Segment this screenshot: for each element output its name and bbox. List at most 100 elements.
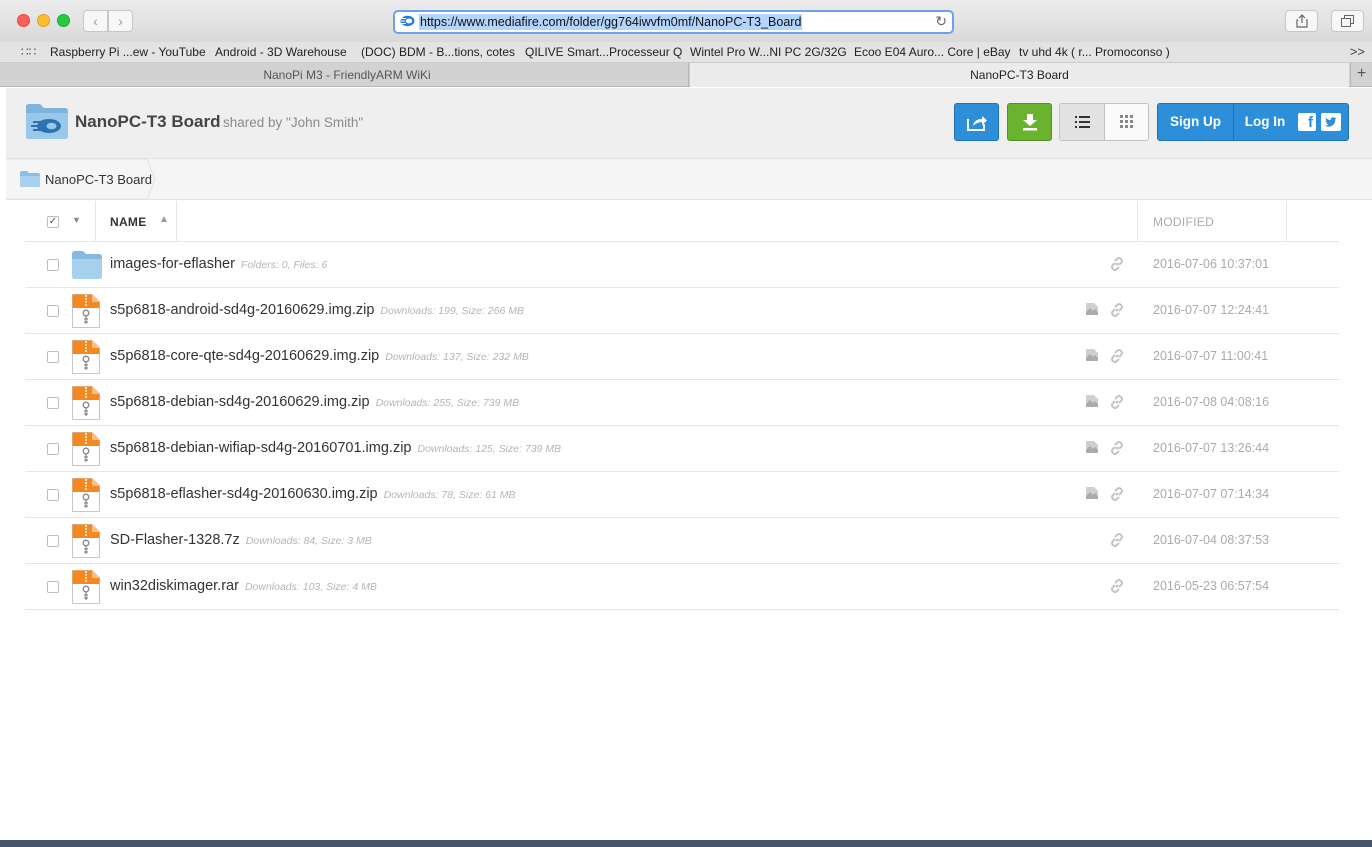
new-tab-button[interactable]: + [1350,63,1372,87]
modified-date: 2016-07-08 04:08:16 [1153,395,1270,409]
chevron-left-icon: ‹ [93,13,98,29]
preview-icon[interactable] [1085,486,1099,500]
bookmark-item[interactable]: Wintel Pro W...NI PC 2G/32G [690,45,847,59]
modified-date: 2016-07-07 13:26:44 [1153,441,1270,455]
file-row[interactable]: s5p6818-android-sd4g-20160629.img.zip Dow… [25,288,1339,334]
share-icon [967,116,987,131]
row-checkbox[interactable] [47,351,59,363]
share-folder-button[interactable] [954,103,999,141]
preview-icon[interactable] [1085,394,1099,408]
link-icon[interactable] [1109,302,1125,318]
file-name-label[interactable]: s5p6818-debian-sd4g-20160629.img.zip [110,394,370,410]
minimize-window-button[interactable] [37,14,50,27]
folder-icon [20,171,40,187]
bookmark-item[interactable]: Raspberry Pi ...ew - YouTube [50,45,206,59]
link-icon[interactable] [1109,394,1125,410]
file-row[interactable]: s5p6818-eflasher-sd4g-20160630.img.zip Do… [25,472,1339,518]
tab-bar: NanoPi M3 - FriendlyARM WiKi NanoPC-T3 B… [0,63,1372,87]
file-row[interactable]: s5p6818-debian-sd4g-20160629.img.zip Down… [25,380,1339,426]
file-name-label[interactable]: s5p6818-eflasher-sd4g-20160630.img.zip [110,486,378,502]
file-name-label[interactable]: s5p6818-core-qte-sd4g-20160629.img.zip [110,348,379,364]
row-checkbox[interactable] [47,535,59,547]
url-text[interactable]: https://www.mediafire.com/folder/gg764iw… [419,14,803,30]
file-name-label[interactable]: s5p6818-android-sd4g-20160629.img.zip [110,302,374,318]
file-name-label[interactable]: win32diskimager.rar [110,578,239,594]
view-toggle [1059,103,1149,141]
bookmark-item[interactable]: (DOC) BDM - B...tions, cotes [361,45,515,59]
link-icon[interactable] [1109,440,1125,456]
grid-view-button[interactable] [1105,104,1149,140]
list-view-button[interactable] [1060,104,1105,140]
back-button[interactable]: ‹ [83,10,108,32]
breadcrumb-item-root[interactable]: NanoPC-T3 Board [6,159,156,199]
share-button[interactable] [1285,10,1318,32]
zoom-window-button[interactable] [57,14,70,27]
modified-date: 2016-07-04 08:37:53 [1153,533,1270,547]
close-window-button[interactable] [17,14,30,27]
sort-ascending-icon[interactable]: ▲ [159,214,169,225]
facebook-icon[interactable]: f [1298,113,1316,131]
file-name[interactable]: images-for-eflasher Folders: 0, Files: 6 [110,256,327,272]
modified-date: 2016-07-06 10:37:01 [1153,257,1270,271]
bookmark-item[interactable]: Android - 3D Warehouse [215,45,347,59]
row-checkbox[interactable] [47,305,59,317]
bookmark-item[interactable]: Ecoo E04 Auro... Core | eBay [854,45,1011,59]
row-checkbox[interactable] [47,259,59,271]
preview-icon[interactable] [1085,302,1099,316]
file-row[interactable]: images-for-eflasher Folders: 0, Files: 6 2… [25,242,1339,288]
file-name[interactable]: SD-Flasher-1328.7z Downloads: 84, Size: 3… [110,532,372,548]
file-meta: Downloads: 255, Size: 739 MB [375,397,520,409]
zip-file-icon [72,524,100,558]
column-divider [95,201,96,242]
link-icon[interactable] [1109,486,1125,502]
show-tabs-button[interactable] [1331,10,1364,32]
link-icon[interactable] [1109,348,1125,364]
tab-nanopi-m3[interactable]: NanoPi M3 - FriendlyARM WiKi [6,63,689,87]
sign-up-button[interactable]: Sign Up [1158,104,1234,140]
preview-icon[interactable] [1085,348,1099,362]
reload-icon[interactable]: ↻ [935,13,947,30]
show-all-bookmarks-icon[interactable]: ∷∷ [21,45,36,59]
link-icon[interactable] [1109,532,1125,548]
modified-column-header[interactable]: MODIFIED [1153,215,1214,229]
file-name[interactable]: s5p6818-debian-wifiap-sd4g-20160701.img.… [110,440,561,456]
forward-button[interactable]: › [108,10,133,32]
row-checkbox[interactable] [47,443,59,455]
link-icon[interactable] [1109,256,1125,272]
modified-date: 2016-07-07 07:14:34 [1153,487,1270,501]
name-column-header[interactable]: NAME [110,215,147,229]
file-name[interactable]: s5p6818-android-sd4g-20160629.img.zip Dow… [110,302,524,318]
chevron-down-icon[interactable]: ▼ [72,215,81,225]
zip-file-icon [72,478,100,512]
file-row[interactable]: win32diskimager.rar Downloads: 103, Size:… [25,564,1339,610]
select-all-checkbox[interactable]: ✓ [47,216,59,228]
row-checkbox[interactable] [47,397,59,409]
preview-icon[interactable] [1085,440,1099,454]
row-checkbox[interactable] [47,489,59,501]
file-name-label[interactable]: images-for-eflasher [110,256,235,272]
file-name[interactable]: win32diskimager.rar Downloads: 103, Size:… [110,578,377,594]
log-in-button[interactable]: Log In [1235,104,1295,140]
row-checkbox[interactable] [47,581,59,593]
download-folder-button[interactable] [1007,103,1052,141]
file-name[interactable]: s5p6818-debian-sd4g-20160629.img.zip Down… [110,394,519,410]
file-name-label[interactable]: s5p6818-debian-wifiap-sd4g-20160701.img.… [110,440,411,456]
more-bookmarks-button[interactable]: >> [1350,44,1365,59]
mediafire-folder-logo-icon [26,104,68,139]
address-bar[interactable]: https://www.mediafire.com/folder/gg764iw… [393,10,954,34]
list-view-icon [1075,116,1090,128]
browser-toolbar: ‹ › https://www.mediafire.com/folder/gg7… [0,0,1372,42]
file-name[interactable]: s5p6818-core-qte-sd4g-20160629.img.zip Do… [110,348,529,364]
file-row[interactable]: SD-Flasher-1328.7z Downloads: 84, Size: 3… [25,518,1339,564]
bookmark-item[interactable]: tv uhd 4k ( r... Promoconso ) [1019,45,1170,59]
file-row[interactable]: s5p6818-core-qte-sd4g-20160629.img.zip Do… [25,334,1339,380]
file-name[interactable]: s5p6818-eflasher-sd4g-20160630.img.zip Do… [110,486,516,502]
file-row[interactable]: s5p6818-debian-wifiap-sd4g-20160701.img.… [25,426,1339,472]
zip-file-icon [72,432,100,466]
tab-nanopc-t3-board[interactable]: NanoPC-T3 Board [690,63,1349,87]
column-divider [1137,201,1138,242]
bookmark-item[interactable]: QILIVE Smart...Processeur Q [525,45,682,59]
twitter-icon[interactable] [1321,113,1341,131]
file-name-label[interactable]: SD-Flasher-1328.7z [110,532,240,548]
link-icon[interactable] [1109,578,1125,594]
